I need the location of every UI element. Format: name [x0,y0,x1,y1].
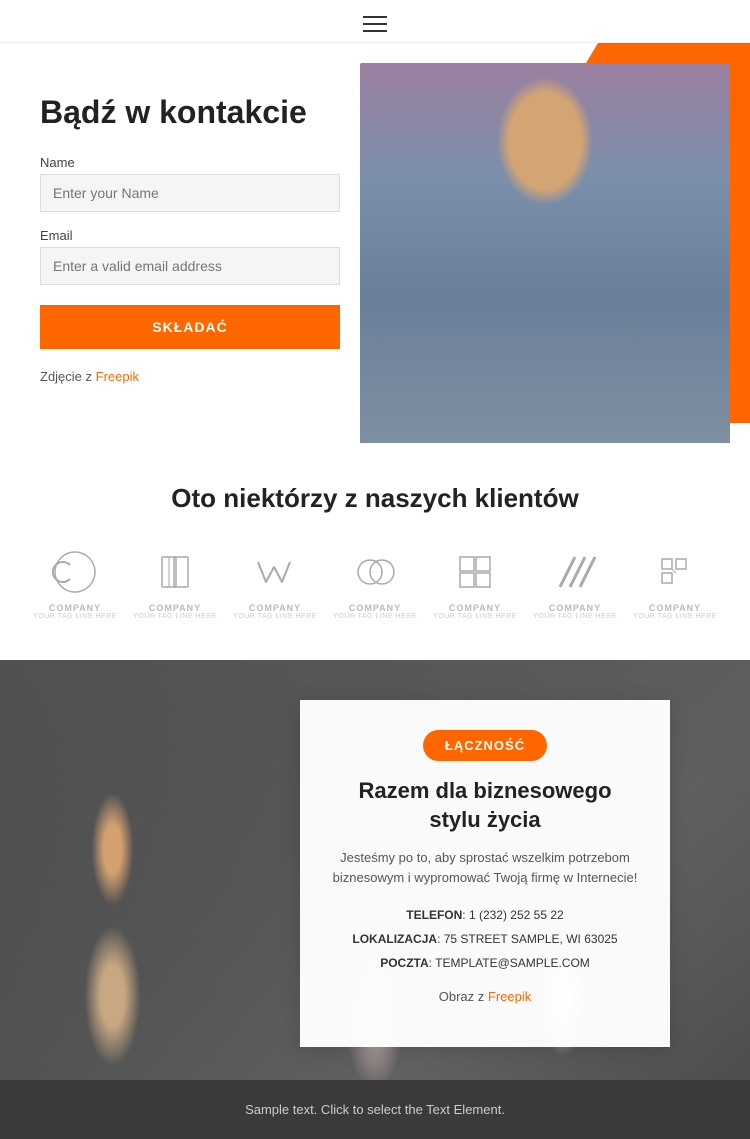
list-item: COMPANY YOUR TAG LINE HERE [333,544,418,620]
email-form-group: Email [40,228,340,285]
hamburger-line-1 [363,16,387,18]
logo-sublabel-6: YOUR TAG LINE HERE [533,613,617,620]
footer-text: Sample text. Click to select the Text El… [245,1102,505,1117]
header [0,0,750,43]
phone-label: TELEFON [406,908,462,922]
email-input[interactable] [40,247,340,285]
logo-sublabel-7: YOUR TAG LINE HERE [633,613,717,620]
name-input[interactable] [40,174,340,212]
list-item: COMPANY YOUR TAG LINE HERE [433,544,518,620]
logo-sublabel-2: YOUR TAG LINE HERE [133,613,217,620]
hamburger-line-3 [363,30,387,32]
list-item: COMPANY YOUR TAG LINE HERE [633,544,718,620]
hero-photo [360,63,730,443]
email-value: TEMPLATE@SAMPLE.COM [435,956,590,970]
company-logo-1 [48,544,103,599]
hero-photo-inner [360,63,730,443]
company-logo-2 [148,544,203,599]
location-row: LOKALIZACJA: 75 STREET SAMPLE, WI 63025 [330,927,640,951]
photo-credit: Zdjęcie z Freepik [40,369,340,384]
company-logo-7 [648,544,703,599]
contact-form-area: Bądź w kontakcie Name Email SKŁADAĆ Zdję… [40,93,340,384]
team-badge: ŁĄCZNOŚĆ [423,730,547,761]
name-label: Name [40,155,340,170]
team-description: Jesteśmy po to, aby sprostać wszelkim po… [330,848,640,887]
phone-row: TELEFON: 1 (232) 252 55 22 [330,903,640,927]
logo-label-5: COMPANY [449,603,501,613]
hero-image-area [320,43,750,443]
contact-title: Bądź w kontakcie [40,93,340,131]
company-logo-6 [548,544,603,599]
logo-label-4: COMPANY [349,603,401,613]
company-logo-5 [448,544,503,599]
team-title: Razem dla biznesowego stylu życia [330,777,640,834]
freepik-link-2[interactable]: Freepik [488,989,531,1004]
logo-sublabel-1: YOUR TAG LINE HERE [33,613,117,620]
email-row: POCZTA: TEMPLATE@SAMPLE.COM [330,951,640,975]
phone-value: 1 (232) 252 55 22 [469,908,564,922]
logo-label-1: COMPANY [49,603,101,613]
team-section: ŁĄCZNOŚĆ Razem dla biznesowego stylu życ… [0,660,750,1080]
footer: Sample text. Click to select the Text El… [0,1080,750,1139]
submit-button[interactable]: SKŁADAĆ [40,305,340,349]
list-item: COMPANY YOUR TAG LINE HERE [233,544,318,620]
email-label: Email [40,228,340,243]
list-item: COMPANY YOUR TAG LINE HERE [133,544,218,620]
company-logo-3 [248,544,303,599]
contact-section: Bądź w kontakcie Name Email SKŁADAĆ Zdję… [0,43,750,443]
clients-section: Oto niektórzy z naszych klientów COMPANY… [0,443,750,660]
name-form-group: Name [40,155,340,212]
logo-sublabel-4: YOUR TAG LINE HERE [333,613,417,620]
logo-label-7: COMPANY [649,603,701,613]
hamburger-line-2 [363,23,387,25]
freepik-link[interactable]: Freepik [96,369,139,384]
company-logo-4 [348,544,403,599]
email-label: POCZTA [380,956,428,970]
logo-sublabel-3: YOUR TAG LINE HERE [233,613,317,620]
hamburger-menu[interactable] [363,16,387,32]
contact-details: TELEFON: 1 (232) 252 55 22 LOKALIZACJA: … [330,903,640,975]
info-card: ŁĄCZNOŚĆ Razem dla biznesowego stylu życ… [300,700,670,1047]
logo-label-2: COMPANY [149,603,201,613]
list-item: COMPANY YOUR TAG LINE HERE [533,544,618,620]
logo-label-3: COMPANY [249,603,301,613]
location-value: 75 STREET SAMPLE, WI 63025 [444,932,618,946]
logo-label-6: COMPANY [549,603,601,613]
clients-title: Oto niektórzy z naszych klientów [30,483,720,514]
location-label: LOKALIZACJA [352,932,437,946]
clients-logos: COMPANY YOUR TAG LINE HERE COMPANY YOUR … [30,544,720,620]
logo-sublabel-5: YOUR TAG LINE HERE [433,613,517,620]
photo-credit-2: Obraz z Freepik [330,987,640,1007]
list-item: COMPANY YOUR TAG LINE HERE [33,544,118,620]
